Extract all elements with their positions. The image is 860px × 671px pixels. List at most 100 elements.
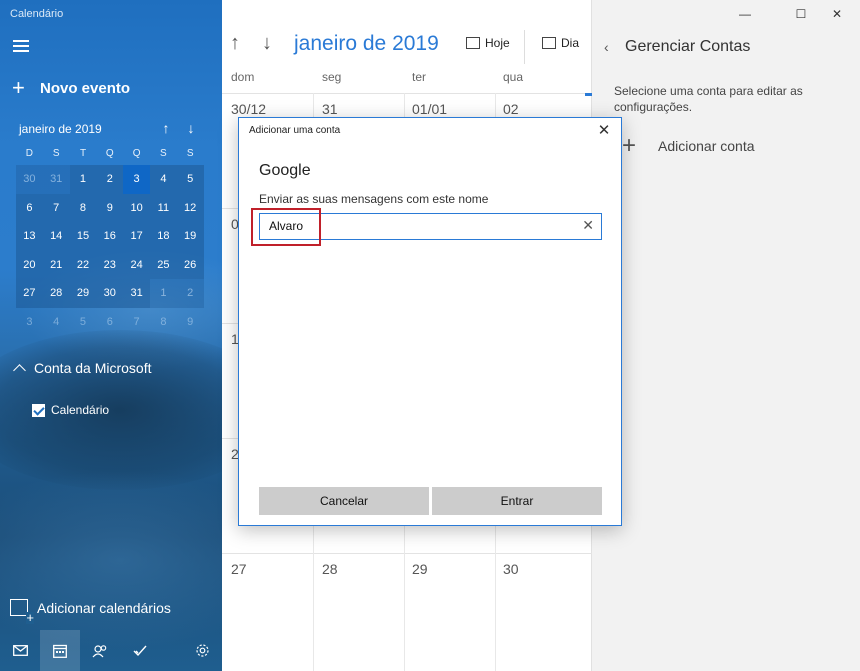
mini-calendar-day[interactable]: 22 xyxy=(69,250,97,280)
mini-calendar-day[interactable]: 10 xyxy=(123,193,150,223)
mini-calendar: D S T Q Q S S 30 31 1 2 3 4 5 6 7 8 9 10 11 12 13 14 15 1… xyxy=(16,143,204,337)
today-button[interactable]: Hoje xyxy=(466,36,510,50)
provider-name: Google xyxy=(259,162,311,179)
people-icon[interactable] xyxy=(80,630,120,671)
sign-in-button[interactable]: Entrar xyxy=(432,487,602,515)
day-cell-number[interactable]: 28 xyxy=(322,561,338,577)
mini-calendar-week: 30 31 1 2 3 4 5 xyxy=(16,165,204,194)
day-cell-number[interactable]: 30 xyxy=(503,561,519,577)
account-section-toggle[interactable]: Conta da Microsoft xyxy=(12,360,152,376)
name-field-label: Enviar as suas mensagens com este nome xyxy=(259,192,489,206)
app-title: Calendário xyxy=(10,8,64,20)
mini-calendar-header: janeiro de 2019 ↑ ↓ xyxy=(19,120,205,138)
clear-input-icon[interactable]: ✕ xyxy=(582,217,594,234)
mini-calendar-day[interactable]: 7 xyxy=(42,193,70,223)
panel-description: Selecione uma conta para editar as confi… xyxy=(614,84,803,114)
settings-gear-icon[interactable] xyxy=(182,630,222,671)
close-window-icon[interactable]: ✕ xyxy=(814,0,860,28)
today-icon xyxy=(466,37,480,49)
day-cell-number[interactable]: 31 xyxy=(322,101,338,117)
sender-name-input[interactable] xyxy=(260,214,570,238)
mini-calendar-week: 3456789 xyxy=(16,308,204,337)
mini-calendar-day[interactable]: 6 xyxy=(96,308,123,337)
mini-calendar-day[interactable]: 31 xyxy=(123,279,150,308)
mini-calendar-day[interactable]: 14 xyxy=(42,222,70,251)
calendar-toolbar: ↑ ↓ janeiro de 2019 Hoje Dia xyxy=(222,30,592,64)
day-cell-number[interactable]: 29 xyxy=(412,561,428,577)
calendar-item-label: Calendário xyxy=(51,403,110,417)
mini-calendar-day[interactable]: 27 xyxy=(16,279,43,308)
day-cell-number[interactable]: 02 xyxy=(503,101,519,117)
mini-calendar-day[interactable]: 3 xyxy=(123,165,150,194)
weekday-label: Q xyxy=(132,148,141,159)
day-cell-number[interactable]: 27 xyxy=(231,561,247,577)
mini-calendar-day[interactable]: 1 xyxy=(149,279,177,308)
mini-calendar-day[interactable]: 29 xyxy=(69,279,97,308)
previous-arrow-icon[interactable]: ↑ xyxy=(230,32,240,55)
sender-name-field[interactable]: ✕ xyxy=(259,213,602,240)
day-view-button[interactable]: Dia xyxy=(542,36,579,50)
mini-calendar-day[interactable]: 3 xyxy=(16,308,43,337)
mini-calendar-day[interactable]: 8 xyxy=(69,193,97,223)
today-label: Hoje xyxy=(485,36,510,50)
mini-calendar-day[interactable]: 1 xyxy=(69,165,97,194)
mini-calendar-day[interactable]: 4 xyxy=(149,165,177,194)
mini-calendar-day[interactable]: 2 xyxy=(176,279,204,308)
mini-calendar-day[interactable]: 5 xyxy=(176,165,204,194)
mini-calendar-day[interactable]: 11 xyxy=(149,193,177,223)
mini-calendar-day[interactable]: 4 xyxy=(43,308,70,337)
hamburger-menu-icon[interactable] xyxy=(13,40,29,52)
mini-calendar-day[interactable]: 15 xyxy=(69,222,97,251)
month-title[interactable]: janeiro de 2019 xyxy=(294,32,439,56)
mini-calendar-day[interactable]: 7 xyxy=(123,308,150,337)
manage-accounts-panel: — ☐ ✕ ‹ Gerenciar Contas Selecione uma c… xyxy=(592,0,860,671)
weekday-label: S xyxy=(52,148,60,159)
mini-calendar-day[interactable]: 25 xyxy=(149,250,177,280)
mini-calendar-day[interactable]: 13 xyxy=(16,222,43,251)
mini-calendar-day[interactable]: 20 xyxy=(16,250,43,280)
mini-calendar-day[interactable]: 17 xyxy=(123,222,150,251)
mini-calendar-day[interactable]: 6 xyxy=(16,193,43,223)
mini-calendar-day[interactable]: 9 xyxy=(177,308,204,337)
calendar-checkbox-item[interactable]: Calendário xyxy=(32,403,109,417)
weekday-label: T xyxy=(79,148,87,159)
mini-calendar-day[interactable]: 23 xyxy=(96,250,124,280)
add-calendars-button[interactable]: Adicionar calendários xyxy=(10,599,171,624)
mini-calendar-day[interactable]: 9 xyxy=(96,193,124,223)
cancel-button[interactable]: Cancelar xyxy=(259,487,429,515)
mini-calendar-day[interactable]: 19 xyxy=(176,222,204,251)
todo-check-icon[interactable] xyxy=(120,630,160,671)
day-cell-number[interactable]: 30/12 xyxy=(231,101,266,117)
next-month-arrow-icon[interactable]: ↓ xyxy=(184,120,198,136)
mini-calendar-day[interactable]: 28 xyxy=(42,279,70,308)
minimize-icon[interactable]: — xyxy=(722,0,768,28)
mini-calendar-day[interactable]: 21 xyxy=(42,250,70,280)
next-arrow-icon[interactable]: ↓ xyxy=(262,32,272,55)
add-account-button[interactable]: + Adicionar conta xyxy=(622,132,755,160)
mini-calendar-day[interactable]: 18 xyxy=(149,222,177,251)
mini-calendar-day[interactable]: 16 xyxy=(96,222,124,251)
mini-calendar-day[interactable]: 24 xyxy=(123,250,150,280)
mini-calendar-day[interactable]: 8 xyxy=(150,308,177,337)
close-icon[interactable]: ✕ xyxy=(595,122,613,140)
mail-icon[interactable] xyxy=(0,630,40,671)
add-account-dialog: Adicionar uma conta ✕ Google Enviar as s… xyxy=(238,117,622,526)
new-event-button[interactable]: + Novo evento xyxy=(12,76,130,100)
back-chevron-icon[interactable]: ‹ xyxy=(604,39,609,55)
mini-calendar-day[interactable]: 30 xyxy=(96,279,124,308)
weekday-header-row: dom seg ter qua xyxy=(222,70,592,88)
new-event-label: Novo evento xyxy=(40,79,131,97)
mini-calendar-day[interactable]: 12 xyxy=(176,193,204,223)
add-calendar-icon xyxy=(10,599,34,624)
mini-calendar-day[interactable]: 31 xyxy=(42,165,70,194)
day-cell-number[interactable]: 01/01 xyxy=(412,101,447,117)
day-view-icon xyxy=(542,37,556,49)
calendar-icon[interactable] xyxy=(40,630,80,671)
mini-calendar-day[interactable]: 5 xyxy=(70,308,97,337)
mini-calendar-day[interactable]: 2 xyxy=(96,165,124,194)
checkbox-checked-icon[interactable] xyxy=(32,403,45,417)
previous-month-arrow-icon[interactable]: ↑ xyxy=(159,120,173,136)
mini-calendar-day[interactable]: 30 xyxy=(16,165,43,194)
panel-title: Gerenciar Contas xyxy=(625,38,751,55)
mini-calendar-day[interactable]: 26 xyxy=(176,250,204,280)
